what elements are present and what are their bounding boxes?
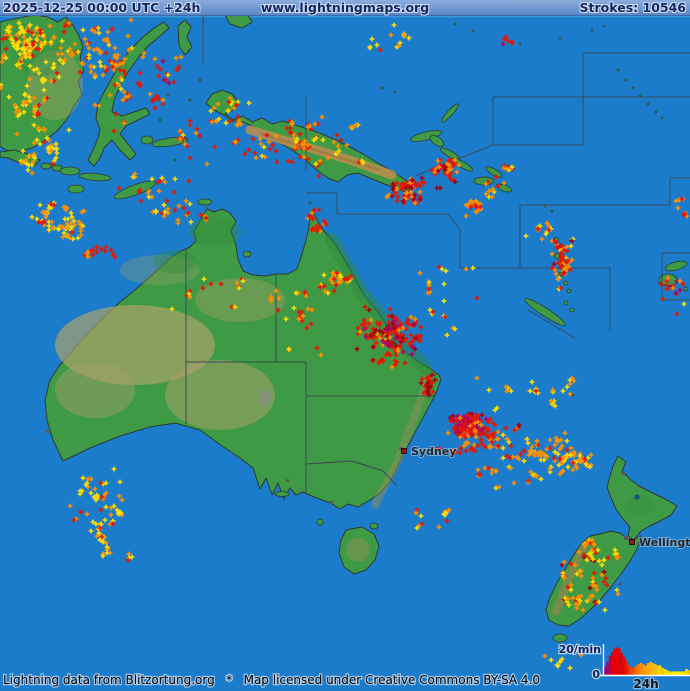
land-stewart-island [552,633,568,643]
histogram-bar [649,661,652,675]
histogram-bar [668,671,671,675]
footer-attribution: Lightning data from Blitzortung.org * Ma… [3,673,540,687]
histogram-bar [635,665,638,675]
histogram-bar [644,665,647,675]
histogram-bar [647,663,650,675]
histogram-bar [604,666,607,675]
land-bali [40,162,52,170]
histogram-bar [608,655,612,675]
histogram-bar [606,661,609,675]
map-top-highlight [0,16,690,18]
city-marker-sydney[interactable] [401,448,407,454]
land-groote [242,250,252,258]
histogram-bar [642,664,645,675]
histogram-bar [675,671,679,675]
histogram-ymax-label: 20/min [559,643,601,656]
histogram-bar [639,663,643,675]
histogram-bar [611,652,614,675]
land-king-island [316,518,324,526]
land-kangaroo-island [274,491,290,497]
histogram-zero-label: 0 [592,668,600,681]
histogram-bar [661,667,664,675]
land-sumbawa [59,166,81,176]
histogram-bar [663,669,667,675]
histogram-bar [613,648,616,675]
histogram-bar [625,660,628,675]
histogram-bar [685,669,688,675]
lightning-map[interactable]: Sydney Wellington 20/min 0 24h Lightning … [0,0,690,691]
histogram-bar [637,664,640,675]
land-loyalty-2 [569,307,575,313]
land-melville-island [197,198,213,206]
histogram-bar [659,665,662,675]
histogram-bar [618,648,621,675]
land-flinders-island [369,522,379,530]
land-sumba [67,184,85,194]
histogram-bar [682,671,686,675]
histogram-bar [623,657,626,675]
histogram-xaxis-label: 24h [633,677,658,691]
histogram-bar [656,665,659,675]
lightning-map-app: 2025-12-25 00:00 UTC +24h www.lightningm… [0,0,690,691]
histogram-bar [673,671,676,675]
histogram-bar [666,670,669,675]
histogram-bar [620,653,624,675]
city-marker-wellington[interactable] [629,539,635,545]
histogram-bar [630,666,633,675]
city-label-sydney: Sydney [411,445,456,458]
land-loyalty-1 [563,300,569,306]
lake-taupo [634,494,640,500]
land-buru [140,135,154,145]
header-bar: 2025-12-25 00:00 UTC +24h www.lightningm… [0,0,690,16]
histogram-bar [616,647,619,675]
histogram-bar [680,671,683,675]
header-strokes-count: Strokes: 10546 [579,0,686,15]
histogram-bar [654,664,657,675]
histogram-bar [670,671,674,675]
city-label-wellington: Wellington [639,536,690,549]
histogram-bar [678,671,681,675]
histogram-bar [632,667,636,675]
histogram-bar [627,665,631,675]
land-fiji-small [683,286,689,292]
histogram-bar [651,663,655,675]
